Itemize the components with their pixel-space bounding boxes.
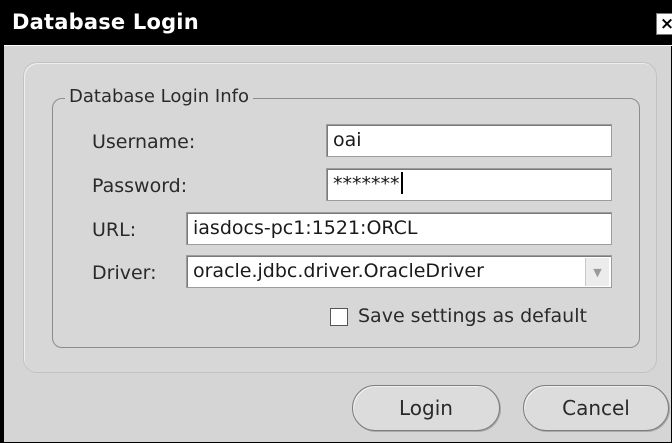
window-title: Database Login — [12, 10, 199, 34]
save-default-checkbox[interactable] — [330, 308, 348, 326]
group-title: Database Login Info — [65, 86, 253, 107]
close-icon[interactable]: × — [656, 13, 672, 35]
username-label: Username: — [92, 131, 196, 153]
password-mask: ******* — [333, 173, 400, 195]
driver-value: oracle.jdbc.driver.OracleDriver — [193, 260, 484, 282]
driver-label: Driver: — [92, 262, 157, 284]
password-input[interactable]: ******* — [326, 168, 612, 201]
title-bar[interactable]: Database Login × — [4, 0, 672, 46]
chevron-down-icon[interactable]: ▼ — [585, 258, 609, 286]
login-dialog: Database Login × Database Login Info Use… — [0, 0, 672, 443]
text-cursor — [400, 172, 403, 194]
login-button[interactable]: Login — [352, 385, 500, 431]
driver-select[interactable]: oracle.jdbc.driver.OracleDriver ▼ — [186, 255, 612, 288]
url-label: URL: — [92, 219, 137, 241]
url-input[interactable]: iasdocs-pc1:1521:ORCL — [186, 212, 612, 245]
username-input[interactable]: oai — [326, 124, 612, 157]
cancel-button[interactable]: Cancel — [523, 385, 669, 431]
save-default-label[interactable]: Save settings as default — [358, 305, 587, 327]
password-label: Password: — [92, 175, 188, 197]
